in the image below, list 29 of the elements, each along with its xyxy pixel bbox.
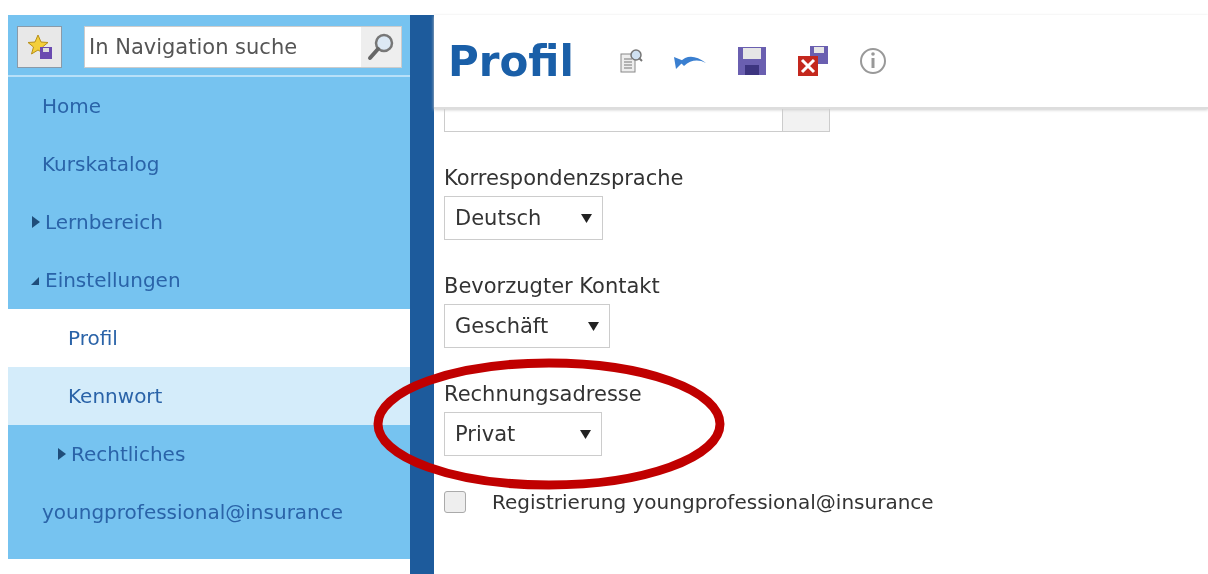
document-search-icon[interactable] (617, 48, 644, 74)
collapsed-triangle-icon (56, 447, 68, 461)
nav-item[interactable]: Kennwort (8, 367, 410, 425)
checkbox-label: Registrierung youngprofessional@insurance (492, 490, 934, 514)
dropdown-caret-icon (588, 321, 600, 331)
page-title: Profil (448, 36, 574, 86)
nav-item[interactable]: Profil (8, 309, 410, 367)
nav-item[interactable]: Home (8, 77, 410, 135)
dropdown[interactable]: Privat (444, 412, 602, 456)
star-save-icon (25, 33, 54, 61)
nav-item[interactable]: Einstellungen (8, 251, 410, 309)
field-label: Rechnungsadresse (444, 382, 643, 406)
collapsed-triangle-icon (30, 215, 42, 229)
field-label: Korrespondenzsprache (444, 166, 685, 190)
save-icon[interactable] (735, 45, 768, 77)
nav-item[interactable]: youngprofessional@insurance (8, 483, 410, 541)
nav-item[interactable]: Rechtliches (8, 425, 410, 483)
dropdown[interactable]: Geschäft (444, 304, 611, 348)
info-icon[interactable] (857, 46, 888, 76)
save-delete-icon[interactable] (795, 45, 830, 77)
field-label: Bevorzugter Kontakt (444, 274, 661, 298)
checkbox[interactable] (444, 491, 466, 513)
date-field[interactable] (444, 109, 830, 132)
dropdown-caret-icon (581, 213, 593, 223)
dropdown[interactable]: Deutsch (444, 196, 604, 240)
nav-item[interactable]: Lernbereich (8, 193, 410, 251)
favorites-button[interactable] (17, 26, 62, 68)
dropdown-caret-icon (580, 429, 591, 439)
nav-item[interactable]: Kurskatalog (8, 135, 410, 193)
